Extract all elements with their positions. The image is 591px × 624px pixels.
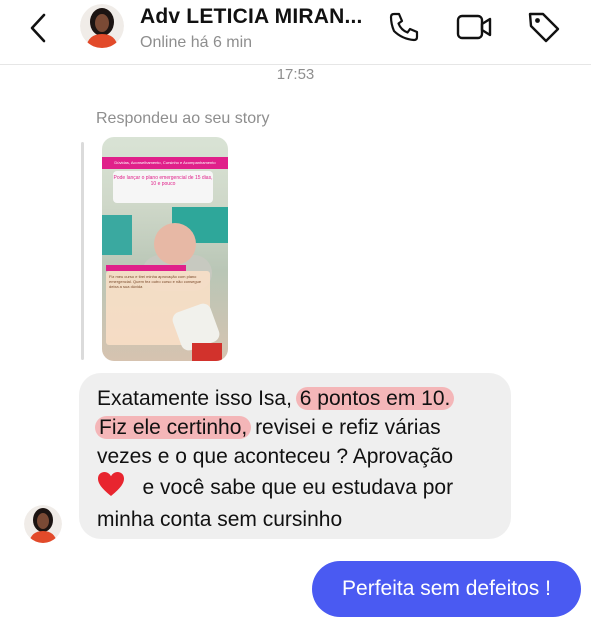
message-line: minha conta sem cursinho [97,508,343,531]
incoming-message-bubble[interactable]: Exatamente isso Isa, 6 pontos em 10. Fiz… [79,373,511,539]
call-button[interactable] [386,9,422,45]
message-timestamp: 17:53 [276,66,315,83]
back-button[interactable] [22,10,54,46]
contact-avatar[interactable] [80,4,124,48]
message-line: vezes e o que aconteceu ? Aprovação [97,445,454,468]
story-reply-label: Respondeu ao seu story [96,110,270,127]
tag-button[interactable] [526,9,562,45]
back-chevron-icon [30,13,46,43]
tag-icon [528,12,560,43]
red-heart-icon [97,471,125,505]
highlighted-text: 6 pontos em 10. [295,387,455,410]
video-call-button[interactable] [455,9,492,45]
contact-name[interactable]: Adv LETICIA MIRAN... [140,5,363,29]
message-line: Fiz ele certinho, revisei e refiz várias [95,413,493,442]
story-top-strip: Dúvidas, Aconselhamento, Cursinho e Acom… [102,157,228,169]
message-line: e você sabe que eu estudava por [97,471,493,505]
message-line: Exatamente isso Isa, 6 pontos em 10. [97,384,493,413]
story-reply-bar [81,142,84,360]
video-camera-icon [456,14,492,40]
online-status: Online há 6 min [140,34,253,51]
outgoing-message-bubble[interactable]: Perfeita sem defeitos ! [312,561,581,617]
story-text-box: Pode lançar o plano emergencial de 15 di… [113,171,213,203]
chat-header: Adv LETICIA MIRAN... Online há 6 min [0,0,591,65]
sender-avatar[interactable] [24,505,62,543]
phone-icon [389,12,419,42]
highlighted-text: Fiz ele certinho, [95,416,252,439]
story-thumbnail[interactable]: Dúvidas, Aconselhamento, Cursinho e Acom… [102,137,228,361]
